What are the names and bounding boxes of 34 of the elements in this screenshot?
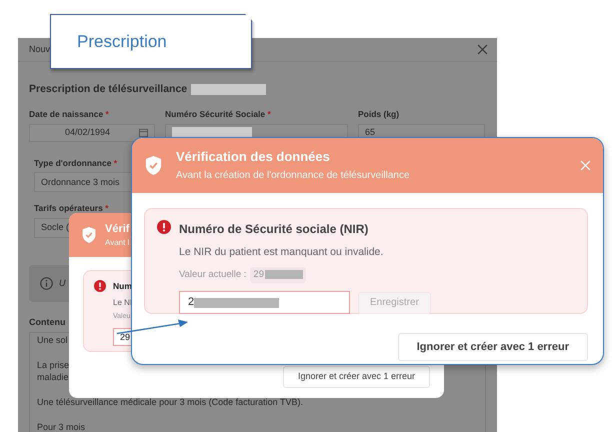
ignore-button[interactable]: Ignorer et créer avec 1 erreur — [398, 333, 588, 361]
modal-subtitle: Avant la création de l'ordonnance de télésurveillance — [176, 168, 410, 182]
error-icon — [94, 280, 106, 292]
content-paragraph: Une télésurveillance médicale pour 3 mois (Code facturation TVB). — [37, 396, 303, 408]
date-field[interactable]: 04/02/1994 — [29, 124, 155, 142]
content-paragraph: La prise maladie — [37, 358, 70, 382]
callout-label: Prescription — [77, 30, 167, 53]
content-paragraph: Pour 3 mois — [37, 420, 86, 432]
form-heading: Prescription de télésurveillance — [29, 82, 188, 97]
info-text: U — [59, 276, 66, 290]
current-value: 29 — [250, 266, 306, 283]
current-value-label: Valeur actuelle : — [179, 268, 246, 282]
field-label: Poids (kg) — [358, 108, 400, 120]
shield-icon — [81, 226, 97, 244]
error-title: Num — [113, 280, 133, 293]
info-icon — [40, 277, 53, 290]
modal-title: Vérif — [105, 222, 130, 237]
ignore-button[interactable]: Ignorer et créer avec 1 erreur — [282, 366, 430, 388]
close-icon[interactable] — [477, 44, 488, 55]
shield-icon — [144, 155, 163, 176]
error-title: Numéro de Sécurité sociale (NIR) — [179, 221, 370, 238]
content-paragraph: Une sol — [37, 334, 68, 346]
field-label: Type d'ordonnance * — [34, 156, 118, 170]
field-label: Numéro Sécurité Sociale * — [165, 108, 271, 120]
modal-subtitle: Avant l — [105, 237, 130, 249]
field-label: Tarifs opérateurs * — [34, 202, 108, 215]
calendar-icon — [139, 128, 148, 137]
error-icon — [157, 220, 171, 234]
field-label: Date de naissance * — [29, 108, 109, 120]
error-message: Le NIR du patient est manquant ou invalide. — [179, 245, 384, 260]
content-label: Contenu — [29, 316, 66, 329]
window-title: Nouv — [29, 42, 50, 56]
modal-title: Vérification des données — [176, 148, 331, 164]
nir-input-field[interactable]: 2 — [179, 291, 350, 314]
